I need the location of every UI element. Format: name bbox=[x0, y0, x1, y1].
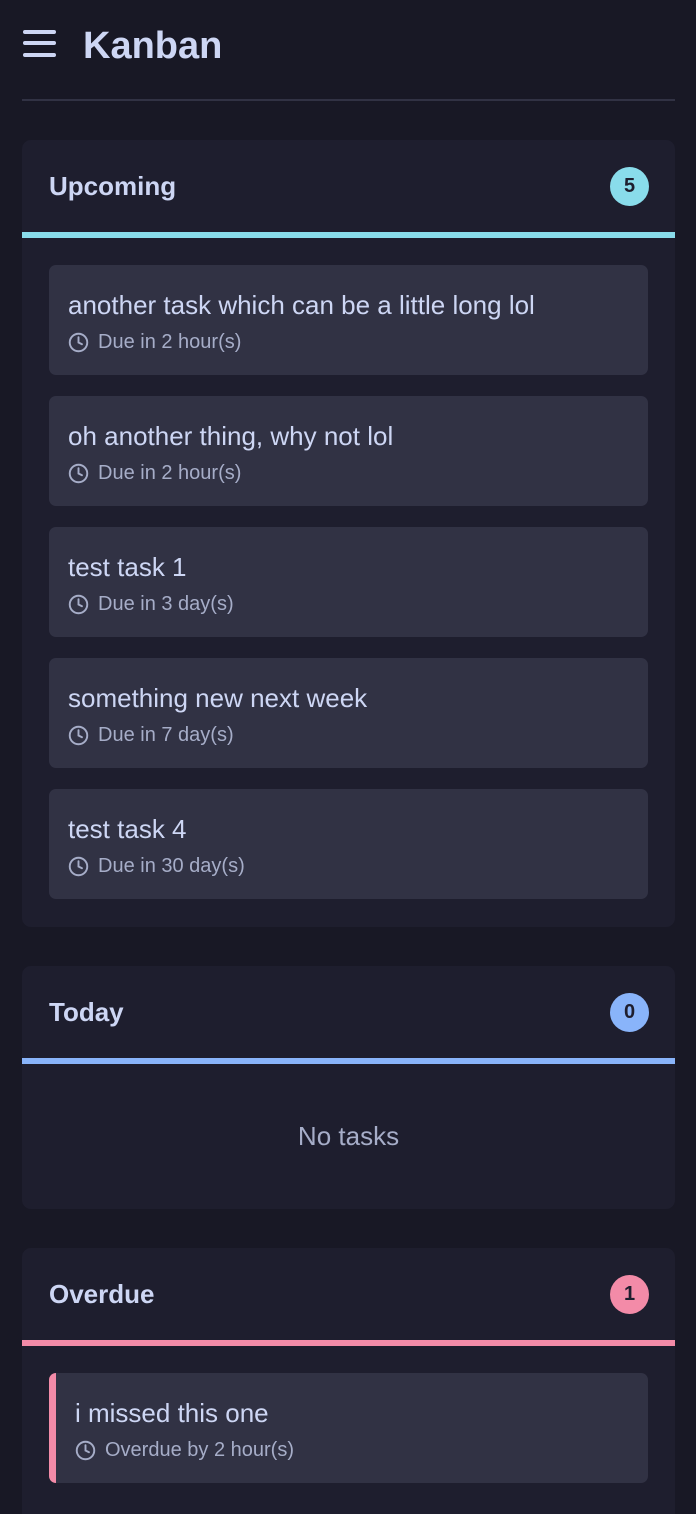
task-count-badge: 0 bbox=[610, 993, 649, 1032]
task-title: another task which can be a little long … bbox=[68, 290, 535, 320]
column-today: Today 0 No tasks bbox=[22, 966, 675, 1209]
page-title: Kanban bbox=[83, 25, 223, 67]
task-title: test task 4 bbox=[68, 814, 187, 844]
task-due: Due in 7 day(s) bbox=[68, 723, 234, 747]
task-due-text: Overdue by 2 hour(s) bbox=[105, 1438, 294, 1461]
column-upcoming: Upcoming 5 another task which can be a l… bbox=[22, 140, 675, 927]
task-due: Due in 2 hour(s) bbox=[68, 330, 241, 354]
hamburger-menu-icon[interactable] bbox=[22, 27, 57, 61]
column-overdue: Overdue 1 i missed this one Overdue by 2… bbox=[22, 1248, 675, 1514]
task-due: Due in 3 day(s) bbox=[68, 592, 234, 616]
column-title: Overdue bbox=[49, 1279, 155, 1309]
clock-icon bbox=[68, 463, 89, 483]
kanban-app: Kanban Upcoming 5 another task which can… bbox=[0, 0, 696, 1514]
column-accent-bar bbox=[22, 1058, 675, 1064]
task-due: Due in 2 hour(s) bbox=[68, 461, 241, 485]
column-title: Upcoming bbox=[49, 171, 177, 201]
task-title: i missed this one bbox=[75, 1398, 269, 1428]
column-header: Overdue 1 bbox=[22, 1248, 675, 1346]
clock-icon bbox=[68, 594, 89, 614]
column-accent-bar bbox=[22, 1340, 675, 1346]
task-due-text: Due in 3 day(s) bbox=[98, 592, 234, 615]
task-count-badge: 5 bbox=[610, 167, 649, 206]
column-header: Upcoming 5 bbox=[22, 140, 675, 238]
task-title: oh another thing, why not lol bbox=[68, 421, 394, 451]
task-due-text: Due in 2 hour(s) bbox=[98, 461, 242, 484]
clock-icon bbox=[68, 856, 89, 876]
task-title: test task 1 bbox=[68, 552, 187, 582]
task-due-text: Due in 7 day(s) bbox=[98, 723, 234, 746]
task-card-overdue[interactable]: i missed this one Overdue by 2 hour(s) bbox=[49, 1373, 648, 1483]
task-card[interactable]: something new next week Due in 7 day(s) bbox=[49, 658, 648, 768]
column-title: Today bbox=[49, 997, 124, 1027]
empty-state-text: No tasks bbox=[297, 1121, 400, 1151]
clock-icon bbox=[68, 725, 89, 745]
task-title: something new next week bbox=[68, 683, 368, 713]
task-card[interactable]: oh another thing, why not lol Due in 2 h… bbox=[49, 396, 648, 506]
app-header: Kanban bbox=[22, 0, 675, 101]
task-due-text: Due in 30 day(s) bbox=[98, 854, 245, 877]
task-due: Due in 30 day(s) bbox=[68, 854, 245, 878]
task-card[interactable]: test task 1 Due in 3 day(s) bbox=[49, 527, 648, 637]
column-header: Today 0 bbox=[22, 966, 675, 1064]
task-count-badge: 1 bbox=[610, 1275, 649, 1314]
task-card[interactable]: another task which can be a little long … bbox=[49, 265, 648, 375]
task-due-text: Due in 2 hour(s) bbox=[98, 330, 242, 353]
clock-icon bbox=[75, 1440, 96, 1460]
clock-icon bbox=[68, 332, 89, 352]
column-accent-bar bbox=[22, 232, 675, 238]
task-due: Overdue by 2 hour(s) bbox=[75, 1438, 294, 1462]
task-card[interactable]: test task 4 Due in 30 day(s) bbox=[49, 789, 648, 899]
